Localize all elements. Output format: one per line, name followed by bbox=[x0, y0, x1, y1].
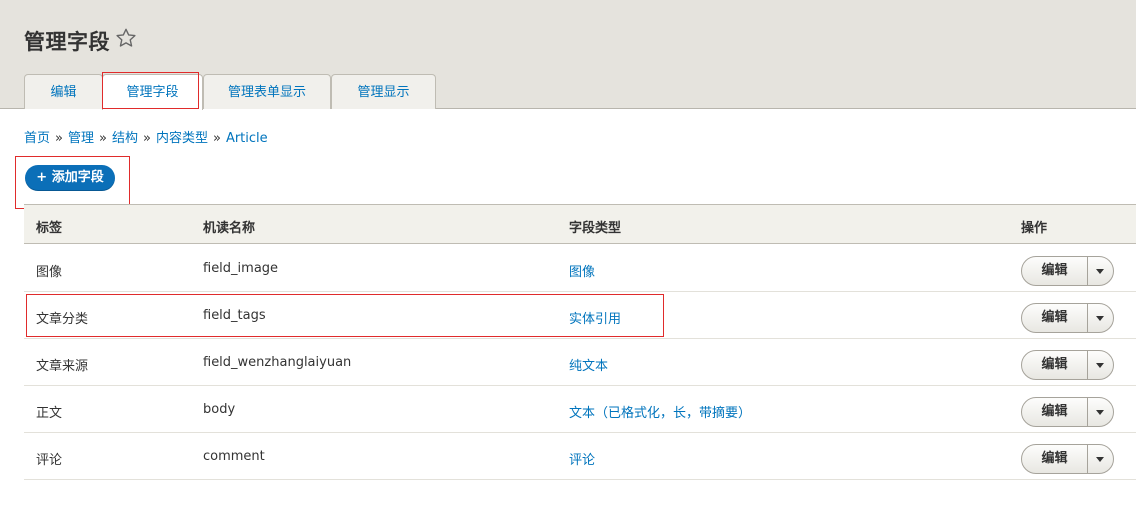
star-icon[interactable] bbox=[115, 27, 137, 49]
operations-dropbutton: 编辑 bbox=[1021, 444, 1114, 474]
highlight-box-tab bbox=[102, 72, 199, 109]
chevron-down-icon[interactable] bbox=[1088, 445, 1113, 473]
edit-button[interactable]: 编辑 bbox=[1022, 304, 1088, 332]
breadcrumb: 首页 » 管理 » 结构 » 内容类型 » Article bbox=[24, 127, 268, 146]
breadcrumb-admin[interactable]: 管理 bbox=[68, 131, 94, 146]
header-machine-name: 机读名称 bbox=[203, 221, 256, 236]
field-type-link[interactable]: 文本（已格式化，长，带摘要） bbox=[569, 402, 751, 421]
field-machine-name: comment bbox=[203, 449, 265, 464]
field-machine-name: field_image bbox=[203, 261, 279, 276]
field-label: 文章来源 bbox=[36, 359, 89, 374]
operations-dropbutton: 编辑 bbox=[1021, 303, 1114, 333]
edit-button[interactable]: 编辑 bbox=[1022, 445, 1088, 473]
header-field-type: 字段类型 bbox=[569, 221, 622, 236]
table-row: 正文 body 文本（已格式化，长，带摘要） 编辑 bbox=[24, 386, 1136, 433]
highlight-box-row bbox=[26, 294, 664, 337]
breadcrumb-content-types[interactable]: 内容类型 bbox=[156, 131, 208, 146]
chevron-down-icon[interactable] bbox=[1088, 351, 1113, 379]
table-row: 图像 field_image 图像 编辑 bbox=[24, 245, 1136, 292]
chevron-down-icon[interactable] bbox=[1088, 398, 1113, 426]
field-label: 评论 bbox=[36, 453, 63, 468]
field-type-link[interactable]: 图像 bbox=[569, 261, 595, 280]
breadcrumb-separator: » bbox=[99, 131, 107, 146]
chevron-down-icon[interactable] bbox=[1088, 257, 1113, 285]
breadcrumb-separator: » bbox=[212, 131, 221, 146]
field-label: 正文 bbox=[36, 406, 63, 421]
breadcrumb-home[interactable]: 首页 bbox=[24, 131, 50, 146]
breadcrumb-separator: » bbox=[55, 131, 63, 146]
field-type-link[interactable]: 评论 bbox=[569, 449, 595, 468]
field-type-link[interactable]: 纯文本 bbox=[569, 355, 608, 374]
edit-button[interactable]: 编辑 bbox=[1022, 351, 1088, 379]
header-label: 标签 bbox=[36, 221, 63, 236]
operations-dropbutton: 编辑 bbox=[1021, 397, 1114, 427]
edit-button[interactable]: 编辑 bbox=[1022, 257, 1088, 285]
tab-edit[interactable]: 编辑 bbox=[24, 74, 103, 109]
operations-dropbutton: 编辑 bbox=[1021, 350, 1114, 380]
table-header: 标签 机读名称 字段类型 操作 bbox=[24, 204, 1136, 244]
tab-manage-form-display[interactable]: 管理表单显示 bbox=[203, 74, 331, 109]
header-operations: 操作 bbox=[1021, 221, 1048, 236]
breadcrumb-separator: » bbox=[142, 131, 151, 146]
chevron-down-icon[interactable] bbox=[1088, 304, 1113, 332]
table-row: 评论 comment 评论 编辑 bbox=[24, 433, 1136, 480]
page-title: 管理字段 bbox=[24, 30, 110, 54]
breadcrumb-structure[interactable]: 结构 bbox=[112, 131, 138, 146]
field-label: 图像 bbox=[36, 265, 63, 280]
field-machine-name: body bbox=[203, 402, 236, 417]
operations-dropbutton: 编辑 bbox=[1021, 256, 1114, 286]
highlight-box-add-button bbox=[15, 156, 130, 209]
field-machine-name: field_wenzhanglaiyuan bbox=[203, 355, 352, 370]
edit-button[interactable]: 编辑 bbox=[1022, 398, 1088, 426]
table-row: 文章来源 field_wenzhanglaiyuan 纯文本 编辑 bbox=[24, 339, 1136, 386]
breadcrumb-article[interactable]: Article bbox=[226, 131, 268, 146]
tab-manage-display[interactable]: 管理显示 bbox=[331, 74, 436, 109]
